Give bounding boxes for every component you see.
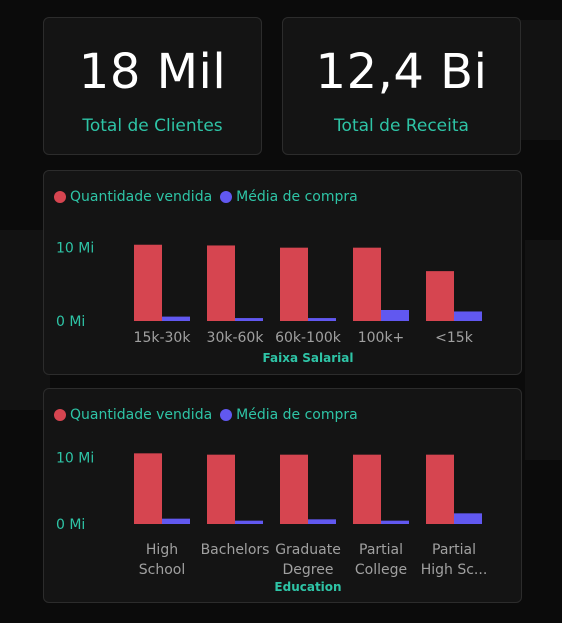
x-tick-label: College — [355, 562, 407, 578]
bar-quantidade-vendida[interactable] — [426, 454, 454, 524]
x-tick-label: 15k-30k — [134, 330, 192, 346]
x-tick-label: Bachelors — [201, 542, 270, 558]
y-tick-label: 0 Mi — [56, 517, 85, 533]
bar-media-de-compra[interactable] — [162, 518, 190, 524]
bar-media-de-compra[interactable] — [454, 311, 482, 321]
x-tick-label: High Sc... — [421, 562, 488, 578]
bar-media-de-compra[interactable] — [235, 520, 263, 524]
kpi-value: 12,4 Bi — [315, 44, 488, 100]
kpi-value: 18 Mil — [78, 44, 227, 100]
bar-quantidade-vendida[interactable] — [280, 454, 308, 524]
bar-media-de-compra[interactable] — [308, 318, 336, 321]
bar-media-de-compra[interactable] — [454, 513, 482, 524]
x-tick-label: 30k-60k — [207, 330, 265, 346]
x-tick-label: <15k — [435, 330, 474, 346]
bar-quantidade-vendida[interactable] — [134, 453, 162, 524]
kpi-label: Total de Clientes — [82, 116, 223, 136]
bar-quantidade-vendida[interactable] — [207, 245, 235, 321]
kpi-card-clients: 18 Mil Total de Clientes — [43, 17, 262, 155]
x-tick-label: Graduate — [275, 542, 341, 558]
x-axis-title: Education — [274, 580, 341, 594]
x-tick-label: 100k+ — [358, 330, 405, 346]
chart-card-education: Quantidade vendida Média de compra 10 Mi… — [43, 388, 522, 603]
kpi-label: Total de Receita — [334, 116, 469, 136]
x-tick-label: Partial — [359, 542, 403, 558]
bar-media-de-compra[interactable] — [162, 316, 190, 321]
bar-media-de-compra[interactable] — [381, 520, 409, 524]
bar-quantidade-vendida[interactable] — [353, 454, 381, 524]
bar-chart-education: 10 Mi 0 Mi High School Bachelors Graduate Degr… — [56, 450, 488, 594]
y-tick-label: 0 Mi — [56, 314, 85, 330]
bar-quantidade-vendida[interactable] — [134, 244, 162, 321]
x-tick-label: High — [146, 542, 178, 558]
bar-quantidade-vendida[interactable] — [353, 247, 381, 321]
bar-quantidade-vendida[interactable] — [207, 454, 235, 524]
bar-quantidade-vendida[interactable] — [280, 247, 308, 321]
x-tick-label: Degree — [283, 562, 334, 578]
bar-media-de-compra[interactable] — [235, 318, 263, 321]
x-axis-title: Faixa Salarial — [263, 351, 354, 365]
bar-media-de-compra[interactable] — [308, 519, 336, 524]
bar-quantidade-vendida[interactable] — [426, 271, 454, 321]
kpi-card-revenue: 12,4 Bi Total de Receita — [282, 17, 521, 155]
y-tick-label: 10 Mi — [56, 241, 94, 257]
bar-media-de-compra[interactable] — [381, 310, 409, 321]
chart-card-salary: Quantidade vendida Média de compra 10 Mi… — [43, 170, 522, 375]
x-tick-label: 60k-100k — [275, 330, 342, 346]
bar-chart-salary: 10 Mi 0 Mi 15k-30k 30k-60k 60k-100k 100k+ <15k… — [56, 241, 482, 365]
y-tick-label: 10 Mi — [56, 450, 94, 466]
x-tick-label: Partial — [432, 542, 476, 558]
x-tick-label: School — [139, 562, 185, 578]
